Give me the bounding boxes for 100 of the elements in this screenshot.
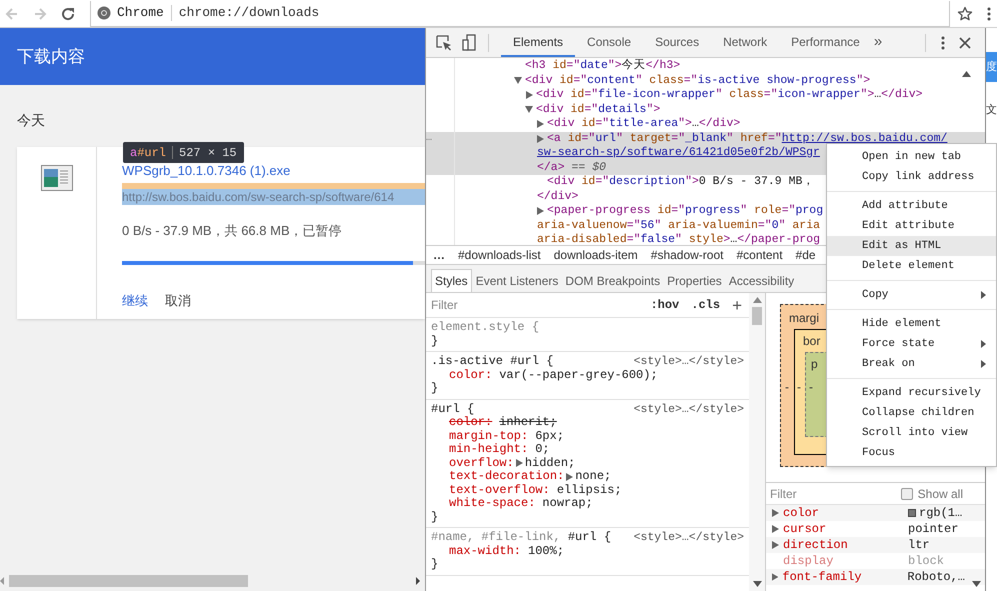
breadcrumb[interactable]: … (433, 246, 445, 264)
computed-property[interactable]: direction (783, 536, 908, 554)
breadcrumb[interactable]: #content (736, 246, 783, 264)
dom-node-line[interactable]: <div id="description">0 B/s - 37.9 MB， (547, 175, 814, 190)
expand-triangle-icon[interactable] (516, 459, 523, 468)
context-menu-item[interactable]: Scroll into view (827, 423, 996, 443)
dom-node-line[interactable]: </div> (537, 190, 578, 204)
styles-subtab[interactable]: Event Listeners (472, 269, 562, 292)
reload-icon[interactable] (60, 6, 76, 22)
css-selector[interactable]: element.style { (431, 321, 540, 334)
style-source-link[interactable]: <style>…</style> (634, 355, 744, 368)
close-icon[interactable] (959, 36, 971, 48)
css-property[interactable]: white-space: (449, 497, 536, 510)
context-menu-item[interactable]: Edit attribute (827, 216, 996, 236)
devtools-tab[interactable]: Performance (779, 28, 872, 57)
css-property[interactable]: max-width: (449, 544, 522, 558)
css-value[interactable]: hidden; (524, 456, 576, 470)
computed-property[interactable]: font-family (782, 568, 908, 586)
styles-subtab[interactable]: Properties (664, 269, 725, 292)
style-source-link[interactable]: <style>…</style> (634, 531, 744, 544)
breadcrumb[interactable]: downloads-item (554, 246, 638, 264)
expanded-triangle-icon[interactable] (525, 106, 533, 114)
collapsed-triangle-icon[interactable] (537, 207, 544, 216)
context-menu-item[interactable]: Collapse children (827, 403, 996, 423)
computed-filter-field[interactable]: Filter (770, 484, 901, 502)
context-menu-item[interactable]: Delete element (827, 256, 996, 276)
css-value[interactable]: 6px; (535, 430, 564, 443)
css-property[interactable]: color: (449, 416, 492, 430)
dom-node-line[interactable]: sw-search-sp/software/61421d05e0f2b/WPSgr (537, 146, 820, 160)
dom-node-line[interactable]: <a id="url" target="_blank" href="http://sw.bos.baidu.com/ (547, 132, 948, 146)
context-menu-item[interactable]: Force state (827, 334, 996, 354)
show-all-checkbox[interactable] (900, 488, 913, 500)
computed-property[interactable]: cursor (783, 520, 908, 538)
breadcrumb[interactable]: #downloads-list (458, 246, 541, 264)
expanded-triangle-icon[interactable] (514, 77, 522, 84)
css-property[interactable]: min-height: (449, 443, 528, 456)
styles-filter-field[interactable]: Filter (431, 296, 650, 314)
css-value[interactable]: var(--paper-grey-600); (499, 368, 658, 382)
cancel-link[interactable]: 取消 (165, 290, 191, 310)
context-menu-item[interactable]: Open in new tab (827, 147, 996, 167)
css-value[interactable]: 100%; (528, 544, 564, 558)
expand-triangle-icon[interactable] (772, 573, 778, 581)
dom-node-line[interactable]: <div id="title-area">…</div> (547, 117, 740, 132)
css-value[interactable]: nowrap; (542, 497, 593, 510)
expand-triangle-icon[interactable] (566, 472, 574, 481)
star-icon[interactable] (957, 6, 973, 22)
dom-node-line[interactable]: <div id="file-icon-wrapper" class="icon-wrapper">…</div> (536, 88, 923, 102)
css-value[interactable]: none; (575, 470, 612, 484)
dom-node-line[interactable]: aria-valuenow="56" aria-valuemin="0" aria (537, 218, 820, 233)
new-rule-button[interactable]: + (732, 296, 742, 314)
class-toggle-button[interactable]: .cls (691, 296, 720, 314)
context-menu-item[interactable]: Break on (827, 354, 996, 374)
css-selector[interactable]: #url { (431, 402, 474, 416)
context-menu-item[interactable]: Copy link address (827, 167, 996, 187)
context-menu-item[interactable]: Hide element (827, 314, 996, 334)
scrollbar-thumb[interactable] (9, 574, 248, 586)
dom-node-line[interactable]: </a> == $0 (537, 160, 606, 175)
css-value[interactable]: 0; (535, 443, 550, 456)
css-selector[interactable]: .is-active #url { (431, 355, 554, 368)
breadcrumb[interactable]: #shadow-root (650, 246, 724, 264)
devtools-tab[interactable]: Elements (501, 28, 576, 57)
dom-node-line[interactable]: aria-disabled="false" style>…</paper-prog (537, 233, 820, 245)
styles-subtab[interactable]: Styles (431, 269, 472, 292)
computed-property[interactable]: color (783, 504, 908, 522)
collapsed-triangle-icon[interactable] (537, 134, 544, 143)
breadcrumb[interactable]: #de (796, 246, 816, 264)
collapsed-triangle-icon[interactable] (526, 91, 533, 100)
css-property[interactable]: color: (449, 368, 492, 382)
more-tabs-button[interactable]: » (874, 31, 882, 54)
device-icon[interactable] (462, 34, 476, 51)
context-menu-item[interactable]: Focus (827, 443, 996, 463)
dom-node-line[interactable]: <div id="content" class="is-active show-progress"> (525, 74, 870, 88)
scrollbar-thumb[interactable] (752, 307, 762, 325)
css-property[interactable]: text-overflow: (449, 484, 550, 497)
styles-subtab[interactable]: DOM Breakpoints (562, 269, 664, 292)
devtools-tab[interactable]: Sources (643, 28, 712, 57)
address-bar[interactable]: Chrome chrome://downloads (90, 0, 950, 26)
devtools-tab[interactable]: Network (711, 28, 780, 57)
context-menu-item[interactable]: Add attribute (827, 196, 996, 216)
hover-state-button[interactable]: :hov (650, 296, 680, 314)
collapsed-triangle-icon[interactable] (537, 120, 544, 128)
css-property[interactable]: margin-top: (449, 430, 528, 443)
style-source-link[interactable]: <style>…</style> (634, 402, 744, 416)
dom-node-line[interactable]: <paper-progress id="progress" role="prog (547, 204, 824, 218)
dom-node-line[interactable]: <h3 id="date">今天</h3> (525, 59, 680, 74)
file-name-link[interactable]: WPSgrb_10.1.0.7346 (1).exe (122, 163, 425, 179)
css-value[interactable]: ellipsis; (556, 484, 622, 497)
context-menu-item[interactable]: Copy (827, 285, 996, 305)
dom-node-line[interactable]: <div id="details"> (536, 102, 660, 117)
css-selector[interactable]: #name, #file-link, #url { (431, 531, 612, 544)
menu-icon[interactable] (987, 6, 991, 20)
css-property[interactable]: overflow: (449, 456, 514, 470)
devtools-tab[interactable]: Console (575, 28, 644, 57)
css-property[interactable]: text-decoration: (449, 470, 564, 484)
context-menu-item[interactable]: Expand recursively (827, 383, 996, 403)
inspect-icon[interactable] (436, 34, 452, 50)
more-options-icon[interactable] (941, 36, 945, 50)
resume-link[interactable]: 继续 (122, 290, 148, 310)
styles-subtab[interactable]: Accessibility (726, 269, 798, 292)
context-menu-item[interactable]: Edit as HTML (827, 236, 996, 256)
